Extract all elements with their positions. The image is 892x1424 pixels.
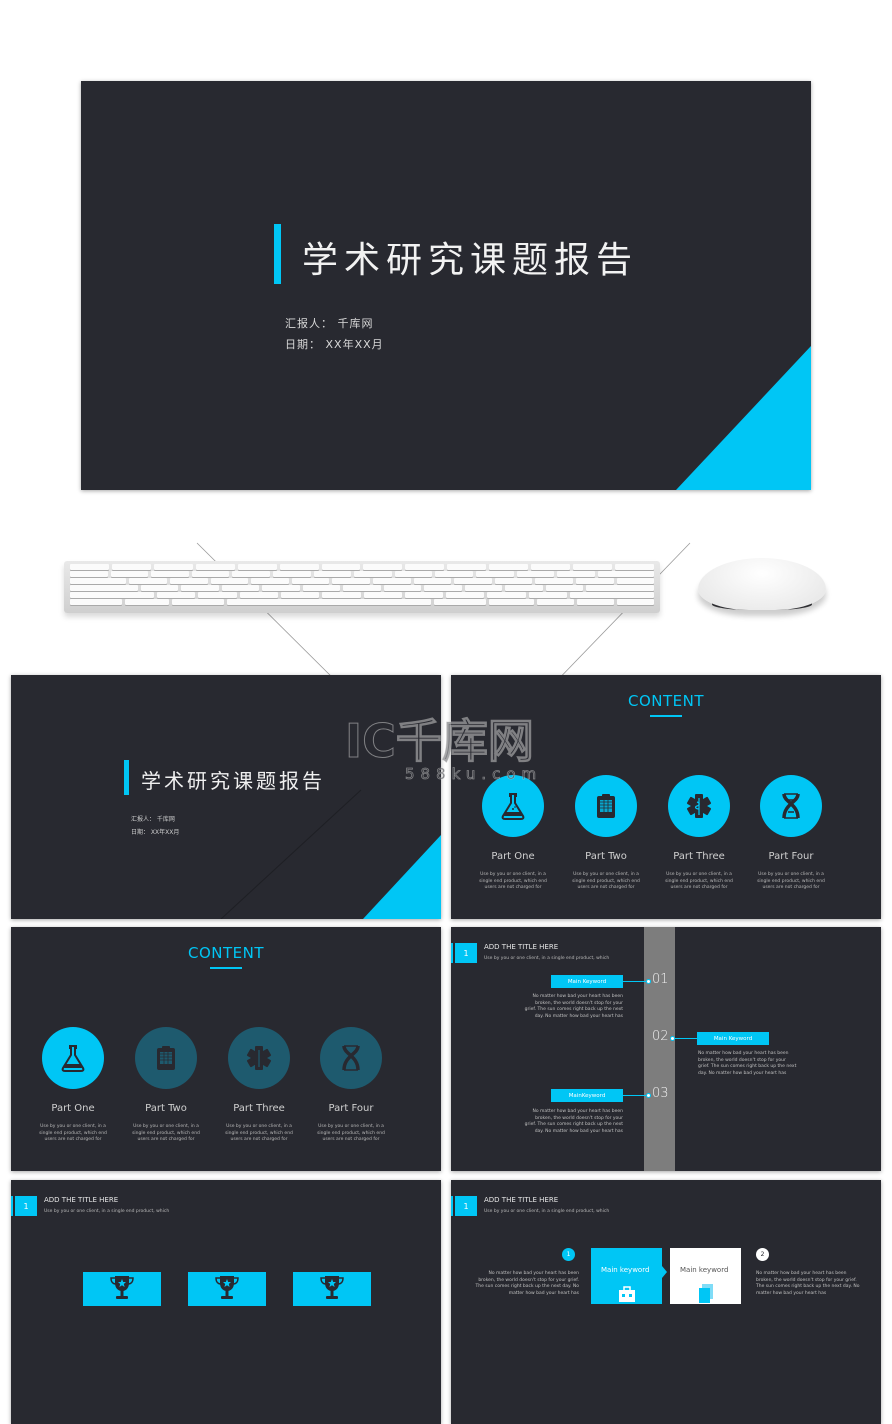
connector-line	[675, 1038, 698, 1039]
part-description: Use by you or one client, in a single en…	[665, 872, 733, 890]
part-label: Part Three	[673, 851, 725, 862]
part-description: Use by you or one client, in a single en…	[572, 872, 640, 890]
content-part[interactable]: Part Four Use by you or one client, in a…	[305, 1027, 397, 1144]
section-subtitle: Use by you or one client, in a single en…	[484, 1209, 610, 1214]
watermark-logo: IC千库网	[345, 714, 535, 769]
timeline-description: No matter how bad your heart has been br…	[524, 1109, 623, 1134]
section-title: ADD THE TITLE HERE	[484, 943, 559, 951]
part-label: Part Two	[585, 851, 627, 862]
part-description: Use by you or one client, in a single en…	[317, 1124, 385, 1142]
timeline-description: No matter how bad your heart has been br…	[698, 1051, 797, 1076]
part-description: Use by you or one client, in a single en…	[757, 872, 825, 890]
keyword-label: Main Keyword	[551, 975, 623, 988]
section-subtitle: Use by you or one client, in a single en…	[484, 956, 610, 961]
trophy-card[interactable]	[83, 1272, 161, 1306]
flask-icon	[42, 1027, 104, 1089]
timeline-number: 03	[652, 1086, 669, 1101]
thumbnail-timeline-slide[interactable]: 1 ADD THE TITLE HERE Use by you or one c…	[451, 927, 881, 1171]
keyword-box-label: Main keyword	[680, 1266, 729, 1274]
section-number: 1	[15, 1196, 37, 1216]
medical-star-icon	[668, 775, 730, 837]
timeline-dot	[646, 1093, 651, 1098]
section-number: 1	[455, 1196, 477, 1216]
thumbnail-trophy-slide[interactable]: 1 ADD THE TITLE HERE Use by you or one c…	[11, 1180, 441, 1424]
content-part[interactable]: Part Two Use by you or one client, in a …	[560, 775, 652, 892]
content-title-underline	[210, 967, 242, 969]
trophy-icon	[215, 1276, 239, 1299]
flask-icon	[482, 775, 544, 837]
content-part[interactable]: Part Two Use by you or one client, in a …	[120, 1027, 212, 1144]
dna-icon	[760, 775, 822, 837]
content-part[interactable]: Part One Use by you or one client, in a …	[27, 1027, 119, 1144]
part-label: Part Three	[233, 1103, 285, 1114]
step-badge-1: 1	[562, 1248, 575, 1261]
corner-triangle	[676, 346, 811, 490]
header-accent	[451, 943, 453, 963]
trophy-icon	[320, 1276, 344, 1299]
part-description: Use by you or one client, in a single en…	[39, 1124, 107, 1142]
arrow-notch	[662, 1266, 667, 1278]
part-label: Part One	[51, 1103, 95, 1114]
thumbnail-content-slide-part-one[interactable]: CONTENT Part One Use by you or one clien…	[11, 927, 441, 1171]
briefcase-icon	[619, 1286, 635, 1302]
part-label: Part Four	[768, 851, 814, 862]
clipboard-icon	[135, 1027, 197, 1089]
connector-line	[623, 1095, 647, 1096]
part-label: Part Four	[328, 1103, 374, 1114]
part-label: Part One	[491, 851, 535, 862]
section-number: 1	[455, 943, 477, 963]
dna-icon	[320, 1027, 382, 1089]
content-title-underline	[650, 715, 682, 717]
clipboard-icon	[575, 775, 637, 837]
medical-star-icon	[228, 1027, 290, 1089]
connector-line	[623, 981, 647, 982]
content-part[interactable]: Part Three Use by you or one client, in …	[213, 1027, 305, 1144]
part-description: Use by you or one client, in a single en…	[132, 1124, 200, 1142]
content-part[interactable]: Part One Use by you or one client, in a …	[467, 775, 559, 892]
timeline-description: No matter how bad your heart has been br…	[524, 994, 623, 1019]
step-badge-2: 2	[756, 1248, 769, 1261]
keyword-box-1[interactable]: Main keyword	[591, 1248, 662, 1304]
step-description: No matter how bad your heart has been br…	[475, 1271, 579, 1296]
content-part[interactable]: Part Four Use by you or one client, in a…	[745, 775, 837, 892]
timeline-dot	[646, 979, 651, 984]
part-label: Part Two	[145, 1103, 187, 1114]
trophy-card[interactable]	[188, 1272, 266, 1306]
document-icon	[699, 1284, 713, 1303]
timeline-number: 01	[652, 972, 669, 987]
step-description: No matter how bad your heart has been br…	[756, 1271, 860, 1296]
watermark: IC千库网 588ku.com	[345, 705, 555, 784]
keyword-box-label: Main keyword	[601, 1266, 650, 1274]
content-part[interactable]: Part Three Use by you or one client, in …	[653, 775, 745, 892]
watermark-url: 588ku.com	[405, 765, 543, 784]
header-accent	[451, 1196, 453, 1216]
section-title: ADD THE TITLE HERE	[484, 1196, 559, 1204]
section-subtitle: Use by you or one client, in a single en…	[44, 1209, 170, 1214]
part-description: Use by you or one client, in a single en…	[225, 1124, 293, 1142]
timeline-bar	[644, 927, 675, 1171]
thumbnail-keyword-slide[interactable]: 1 ADD THE TITLE HERE Use by you or one c…	[451, 1180, 881, 1424]
keyboard-image	[64, 561, 660, 613]
cover-slide[interactable]: 学术研究课题报告 汇报人： 千库网 日期： XX年XX月	[81, 81, 811, 490]
section-title: ADD THE TITLE HERE	[44, 1196, 119, 1204]
trophy-card[interactable]	[293, 1272, 371, 1306]
keyword-label: MainKeyword	[551, 1089, 623, 1102]
trophy-icon	[110, 1276, 134, 1299]
timeline-number: 02	[652, 1029, 669, 1044]
header-accent	[11, 1196, 13, 1216]
part-description: Use by you or one client, in a single en…	[479, 872, 547, 890]
content-title: CONTENT	[187, 944, 265, 962]
keyword-label: Main Keyword	[697, 1032, 769, 1045]
keyword-box-2[interactable]: Main keyword	[670, 1248, 741, 1304]
